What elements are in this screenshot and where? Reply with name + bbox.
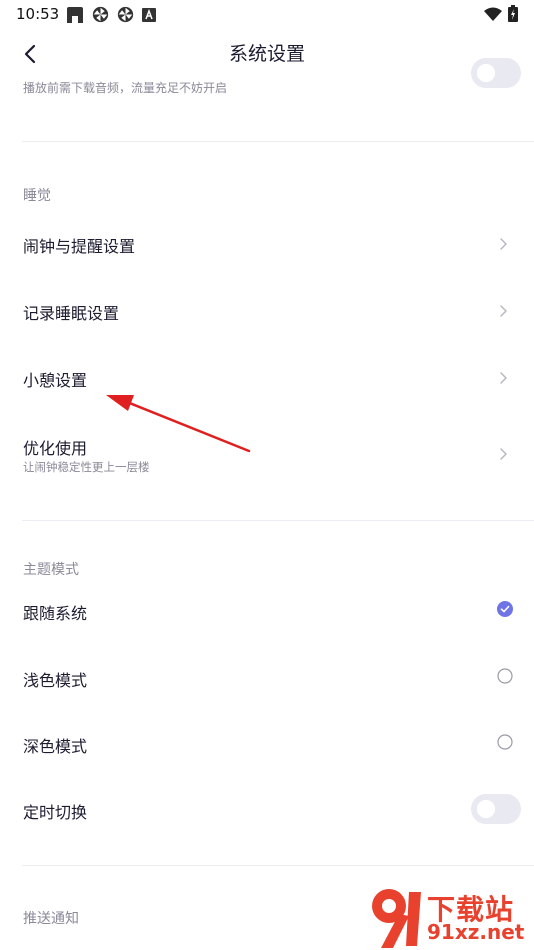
sleep-item-alarm-reminder[interactable]: 闹钟与提醒设置 [0,216,534,272]
chevron-right-icon [500,448,507,460]
theme-option-label: 跟随系统 [23,604,88,623]
scheduled-switch-toggle[interactable] [471,794,521,824]
divider [22,520,534,521]
scheduled-switch-row: 定时切换 [0,782,534,838]
sleep-item-record-sleep[interactable]: 记录睡眠设置 [0,283,534,339]
sleep-item-label: 小憩设置 [23,371,88,390]
pinwheel-icon [92,6,109,23]
theme-option-follow-system[interactable]: 跟随系统 [0,583,534,639]
watermark-logo: 下载站 91xz.net [359,884,534,950]
toggle-knob [477,64,495,82]
theme-option-label: 深色模式 [23,737,88,756]
status-time: 10:53 [16,5,60,23]
theme-section-title: 主题模式 [23,562,79,578]
app-notification-icon [67,6,83,23]
audio-download-row[interactable]: 播放前需下载音频，流量充足不妨开启 [0,58,534,104]
sleep-item-label: 闹钟与提醒设置 [23,237,136,256]
push-section-title: 推送通知 [23,911,79,927]
theme-option-light[interactable]: 浅色模式 [0,650,534,706]
chevron-right-icon [500,305,507,317]
scheduled-switch-label: 定时切换 [23,803,88,822]
chevron-right-icon [500,372,507,384]
status-icons-right [484,5,518,22]
watermark-emblem-icon [372,889,421,948]
audio-download-toggle[interactable] [471,58,521,88]
sleep-item-label: 记录睡眠设置 [23,304,120,323]
a-badge-icon [142,7,156,22]
audio-download-subtext: 播放前需下载音频，流量充足不妨开启 [23,81,228,95]
wifi-icon [484,7,502,21]
pinwheel-icon [117,6,134,23]
watermark-brand-bottom: 91xz.net [427,920,525,944]
app-bar: 系统设置 [0,30,534,74]
status-icons-left [66,6,156,23]
battery-charging-icon [508,5,518,22]
radio-checked-icon [497,601,513,617]
radio-unchecked-icon [497,734,513,750]
sleep-item-optimize[interactable]: 优化使用 让闹钟稳定性更上一层楼 [0,420,534,490]
sleep-item-subtext: 让闹钟稳定性更上一层楼 [23,460,150,474]
chevron-right-icon [500,238,507,250]
sleep-section-title: 睡觉 [23,188,51,204]
sleep-item-label: 优化使用 [23,439,88,458]
divider [22,141,534,142]
toggle-knob [477,800,495,818]
status-bar: 10:53 [0,0,534,30]
theme-option-label: 浅色模式 [23,671,88,690]
sleep-item-nap[interactable]: 小憩设置 [0,350,534,406]
page-title: 系统设置 [228,43,305,65]
radio-unchecked-icon [497,668,513,684]
divider [22,865,534,866]
theme-option-dark[interactable]: 深色模式 [0,716,534,772]
